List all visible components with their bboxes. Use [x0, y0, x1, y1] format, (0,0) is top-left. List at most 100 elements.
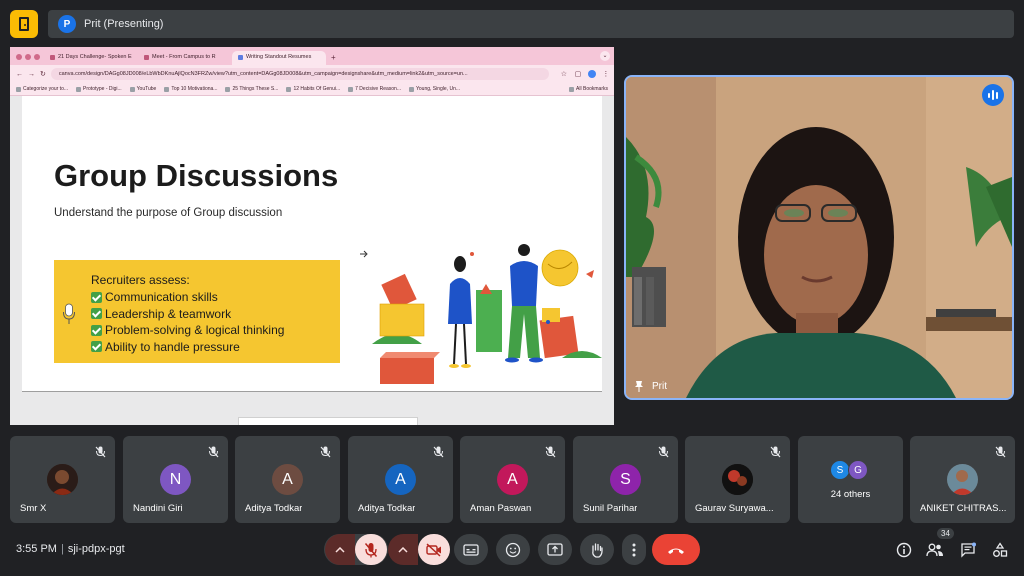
chat-button[interactable]: [958, 540, 978, 560]
camera-toggle-button[interactable]: [418, 534, 450, 565]
video-options-button[interactable]: [388, 534, 418, 565]
star-icon: ☆: [560, 71, 568, 78]
avatar: S: [610, 464, 641, 495]
closed-captions-icon: [463, 543, 479, 556]
participant-name: Gaurav Suryawa...: [695, 503, 774, 514]
recruiters-box: Recruiters assess: Communication skills …: [54, 260, 340, 363]
mic-off-icon: [320, 446, 331, 458]
raise-hand-icon: [592, 542, 603, 558]
mic-off-icon: [95, 446, 106, 458]
audio-options-button[interactable]: [325, 534, 355, 565]
others-tile[interactable]: S G 24 others: [798, 436, 903, 523]
list-item: Problem-solving & logical thinking: [91, 322, 284, 339]
canva-canvas: Group Discussions Understand the purpose…: [10, 96, 614, 425]
check-icon: [91, 341, 102, 353]
leave-call-button[interactable]: [652, 534, 700, 565]
participant-tile[interactable]: A Aman Paswan: [460, 436, 565, 523]
presentation-slide: Group Discussions Understand the purpose…: [22, 96, 602, 391]
box-heading: Recruiters assess:: [91, 273, 190, 287]
info-icon: [896, 542, 912, 558]
participant-tile[interactable]: N Nandini Giri: [123, 436, 228, 523]
bookmark-item: 12 Habits Of Genui...: [286, 86, 340, 92]
mic-off-icon: [770, 446, 781, 458]
captions-button[interactable]: [454, 534, 488, 565]
bookmark-item: Categorize your to...: [16, 86, 68, 92]
check-icon: [91, 308, 102, 320]
reload-icon: ↻: [40, 71, 46, 78]
all-bookmarks: All Bookmarks: [569, 86, 608, 92]
bookmark-item: 25 Things These S...: [225, 86, 278, 92]
end-call-icon: [668, 548, 684, 554]
participant-name: ANIKET CHITRAS...: [920, 503, 1007, 514]
next-slide-preview: [238, 417, 418, 425]
profile-icon: [587, 70, 596, 78]
window-controls: [16, 54, 40, 60]
mic-off-icon: [658, 446, 669, 458]
mic-off-icon: [433, 446, 444, 458]
meeting-details-button[interactable]: [894, 540, 914, 560]
reactions-button[interactable]: [496, 534, 530, 565]
tab-title: Meet - From Campus to R: [152, 54, 216, 60]
list-item: Leadership & teamwork: [91, 306, 284, 323]
present-button[interactable]: [538, 534, 572, 565]
meeting-code: sji-pdpx-pgt: [67, 543, 125, 555]
new-tab-icon: +: [331, 53, 336, 62]
slide-divider: [22, 391, 602, 392]
camera-off-icon: [426, 542, 441, 557]
list-item: Ability to handle pressure: [91, 339, 284, 356]
presenter-banner: P Prit (Presenting): [48, 10, 1014, 38]
browser-tab-bar: 21 Days Challenge- Spoken E Meet - From …: [10, 47, 614, 65]
camera-control-group: [387, 534, 451, 565]
avatar: S: [830, 460, 850, 480]
participant-tile[interactable]: A Aditya Todkar: [348, 436, 453, 523]
meet-door-logo-icon[interactable]: [10, 10, 38, 38]
bookmarks-bar: Categorize your to... Prototype - Digi..…: [10, 83, 614, 96]
assessment-list: Communication skills Leadership & teamwo…: [91, 289, 284, 355]
bookmark-item: 7 Decisive Reason...: [348, 86, 401, 92]
mic-off-icon: [364, 542, 378, 557]
mic-off-icon: [545, 446, 556, 458]
participant-tile[interactable]: Smr X: [10, 436, 115, 523]
bookmark-item: Young, Single, Un...: [409, 86, 460, 92]
list-item-text: Problem-solving & logical thinking: [105, 323, 285, 337]
avatar: A: [497, 464, 528, 495]
pin-icon[interactable]: [634, 380, 644, 392]
people-button[interactable]: [925, 540, 945, 560]
participant-tile[interactable]: ANIKET CHITRAS...: [910, 436, 1015, 523]
slide-subtitle: Understand the purpose of Group discussi…: [54, 207, 283, 219]
mic-control-group: [324, 534, 388, 565]
more-options-button[interactable]: [622, 534, 646, 565]
raise-hand-button[interactable]: [580, 534, 614, 565]
clock-time: 3:55 PM: [16, 543, 57, 555]
people-icon: [926, 543, 943, 557]
bookmark-item: YouTube: [130, 86, 157, 92]
chevron-up-icon: [398, 546, 408, 553]
list-item-text: Communication skills: [105, 290, 218, 304]
bookmark-item: Prototype - Digi...: [76, 86, 122, 92]
participant-name: Sunil Parihar: [583, 503, 638, 514]
check-icon: [91, 324, 102, 336]
check-icon: [91, 291, 102, 303]
browser-tab-3-active: Writing Standout Resumes: [232, 51, 326, 65]
activities-button[interactable]: [990, 540, 1010, 560]
shared-screen: 21 Days Challenge- Spoken E Meet - From …: [10, 47, 614, 425]
participant-tile[interactable]: A Aditya Todkar: [235, 436, 340, 523]
active-speaker-tile[interactable]: Prit: [624, 75, 1014, 400]
present-screen-icon: [547, 543, 563, 556]
list-item-text: Ability to handle pressure: [105, 339, 240, 354]
avatar: A: [272, 464, 303, 495]
extensions-icon: ▢: [574, 71, 582, 78]
avatar: [47, 464, 78, 495]
participant-name: Smr X: [20, 503, 47, 514]
bookmark-item: Top 10 Motivationa...: [164, 86, 217, 92]
participant-name: Nandini Giri: [133, 503, 183, 514]
avatar: [722, 464, 753, 495]
participant-tile[interactable]: Gaurav Suryawa...: [685, 436, 790, 523]
activities-shapes-icon: [993, 542, 1008, 557]
presenter-label: Prit (Presenting): [84, 18, 164, 30]
participant-tile[interactable]: S Sunil Parihar: [573, 436, 678, 523]
more-vert-icon: [632, 543, 636, 556]
microphone-icon: [63, 303, 75, 324]
forward-icon: →: [28, 70, 35, 78]
mic-toggle-button[interactable]: [355, 534, 387, 565]
